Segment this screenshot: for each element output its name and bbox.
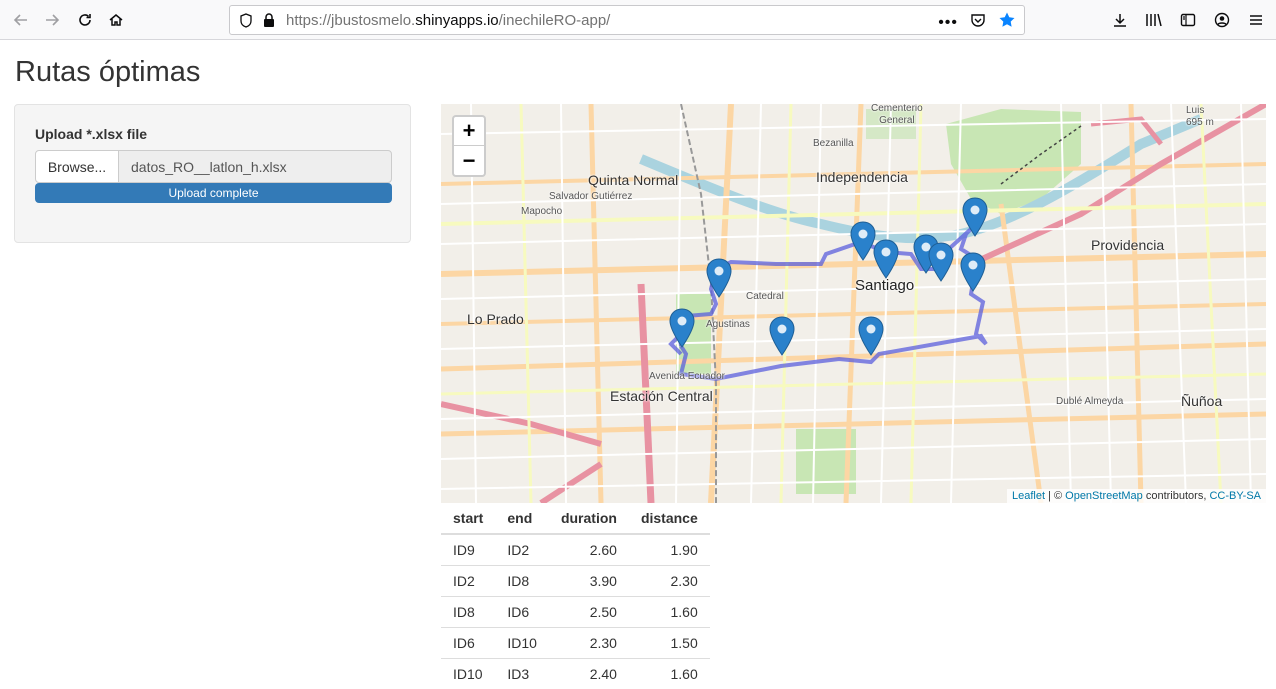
map-marker-icon[interactable] (769, 316, 795, 356)
col-header-duration: duration (548, 503, 629, 535)
arrow-left-icon (13, 14, 27, 26)
cell-start: ID8 (441, 595, 496, 627)
reload-icon (79, 14, 91, 26)
zoom-control: + − (452, 115, 486, 177)
map-label-bezanilla: Bezanilla (813, 138, 854, 149)
cell-distance: 2.30 (628, 564, 710, 596)
cell-duration: 3.90 (548, 564, 629, 596)
library-icon[interactable] (1144, 10, 1164, 30)
upload-progress-bar: Upload complete (35, 183, 392, 203)
map-marker-icon[interactable] (928, 242, 954, 282)
route-map[interactable]: Quinta Normal Independencia Santiago Pro… (441, 104, 1266, 503)
forward-button[interactable] (37, 5, 67, 35)
map-label-nunoa: Ñuñoa (1181, 393, 1223, 409)
cell-duration: 2.50 (548, 595, 629, 627)
map-label-lo-prado: Lo Prado (467, 311, 524, 327)
map-marker-icon[interactable] (873, 239, 899, 279)
browser-toolbar: https://jbustosmelo.shinyapps.io/inechil… (0, 0, 1276, 40)
table-header-row: start end duration distance (441, 503, 710, 535)
home-button[interactable] (101, 5, 131, 35)
col-header-distance: distance (628, 503, 710, 535)
col-header-end: end (495, 503, 549, 535)
back-button[interactable] (6, 5, 36, 35)
filename-field[interactable]: datos_RO__latlon_h.xlsx (118, 150, 392, 183)
map-marker-icon[interactable] (669, 308, 695, 348)
map-label-catedral: Catedral (746, 291, 784, 302)
map-marker-icon[interactable] (706, 258, 732, 298)
upload-panel: Upload *.xlsx file Browse... datos_RO__l… (14, 104, 411, 243)
map-label-agustinas: Agustinas (706, 319, 750, 330)
url-prefix: https://jbustosmelo. (286, 12, 416, 29)
map-label-salvador-gutierrez: Salvador Gutiérrez (549, 191, 633, 202)
lock-icon[interactable] (262, 12, 276, 33)
table-row: ID10 ID3 2.40 1.60 (441, 657, 710, 689)
download-icon[interactable] (1110, 10, 1130, 30)
home-icon (109, 14, 123, 26)
map-tiles (441, 104, 1266, 503)
sidebar-icon[interactable] (1178, 10, 1198, 30)
map-label-santiago: Santiago (855, 277, 915, 294)
map-label-providencia: Providencia (1091, 237, 1165, 253)
cell-duration: 2.60 (548, 533, 629, 565)
pocket-icon[interactable] (970, 12, 986, 33)
cell-end: ID2 (495, 533, 549, 565)
zoom-out-button[interactable]: − (454, 146, 484, 175)
map-label-quinta-normal: Quinta Normal (588, 172, 679, 188)
cell-distance: 1.90 (628, 533, 710, 565)
upload-label: Upload *.xlsx file (35, 126, 148, 142)
osm-link[interactable]: OpenStreetMap (1065, 490, 1143, 502)
map-label-independencia: Independencia (816, 169, 908, 185)
leaflet-link[interactable]: Leaflet (1012, 490, 1045, 502)
filename-text: datos_RO__latlon_h.xlsx (131, 158, 287, 175)
map-label-luis: Luis 695 m (1186, 105, 1214, 128)
cell-distance: 1.60 (628, 657, 710, 689)
cell-end: ID10 (495, 626, 549, 658)
routes-table: start end duration distance ID9 ID2 2.60… (441, 503, 710, 689)
map-label-avenida-ecuador: Avenida Ecuador (649, 371, 725, 382)
menu-icon[interactable] (1246, 10, 1266, 30)
url-text[interactable]: https://jbustosmelo.shinyapps.io/inechil… (286, 12, 610, 29)
map-marker-icon[interactable] (962, 197, 988, 237)
map-label-cementerio: Cementerio General (871, 104, 923, 126)
table-row: ID9 ID2 2.60 1.90 (441, 533, 710, 565)
cell-distance: 1.50 (628, 626, 710, 658)
cell-start: ID2 (441, 564, 496, 596)
page-title: Rutas óptimas (15, 56, 201, 88)
attribution-sep: | © (1045, 490, 1066, 502)
map-label-mapocho: Mapocho (521, 206, 563, 217)
url-host: shinyapps.io (415, 12, 499, 29)
url-path: /inechileRO-app/ (498, 12, 611, 29)
cell-end: ID3 (495, 657, 549, 689)
map-marker-icon[interactable] (960, 252, 986, 292)
cell-duration: 2.30 (548, 626, 629, 658)
cell-duration: 2.40 (548, 657, 629, 689)
map-label-duble-almeyda: Dublé Almeyda (1056, 396, 1124, 407)
bookmark-star-icon[interactable] (998, 11, 1016, 34)
table-row: ID6 ID10 2.30 1.50 (441, 626, 710, 658)
cell-start: ID6 (441, 626, 496, 658)
table-row: ID2 ID8 3.90 2.30 (441, 564, 710, 596)
col-header-start: start (441, 503, 496, 535)
attribution-contrib: contributors, (1142, 490, 1210, 502)
map-attribution: Leaflet | © OpenStreetMap contributors, … (1006, 489, 1266, 503)
reload-button[interactable] (70, 5, 100, 35)
cell-distance: 1.60 (628, 595, 710, 627)
more-actions-icon[interactable]: ••• (938, 14, 958, 32)
browse-button[interactable]: Browse... (35, 150, 119, 183)
zoom-in-button[interactable]: + (454, 117, 484, 146)
cell-start: ID10 (441, 657, 496, 689)
cell-end: ID8 (495, 564, 549, 596)
arrow-right-icon (46, 14, 60, 26)
url-bar[interactable]: https://jbustosmelo.shinyapps.io/inechil… (229, 5, 1025, 35)
map-label-estacion-central: Estación Central (610, 388, 713, 404)
upload-progress-label: Upload complete (168, 186, 259, 200)
map-marker-icon[interactable] (858, 316, 884, 356)
cell-start: ID9 (441, 533, 496, 565)
license-link[interactable]: CC-BY-SA (1209, 490, 1261, 502)
account-icon[interactable] (1212, 10, 1232, 30)
shield-icon[interactable] (238, 12, 254, 35)
cell-end: ID6 (495, 595, 549, 627)
table-row: ID8 ID6 2.50 1.60 (441, 595, 710, 627)
